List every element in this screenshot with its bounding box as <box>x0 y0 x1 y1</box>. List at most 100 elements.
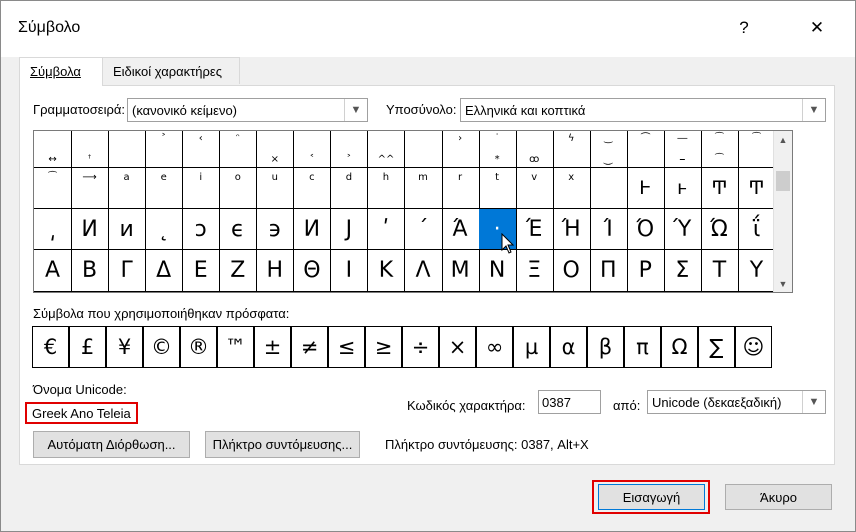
recent-symbol-cell[interactable]: ∞ <box>476 326 513 368</box>
symbol-cell[interactable]: ϶ <box>256 209 295 250</box>
symbol-cell[interactable]: Έ <box>515 209 554 250</box>
grid-scrollbar[interactable]: ▲ ▼ <box>773 131 792 292</box>
symbol-cell[interactable]: Ͷ <box>293 209 332 250</box>
symbol-cell[interactable]: ― ⎯ <box>663 131 702 168</box>
symbol-cell[interactable]: ⏜ <box>626 131 665 168</box>
symbol-cell[interactable]: Ι <box>330 250 369 292</box>
symbol-cell[interactable]: t <box>478 168 517 209</box>
symbol-cell[interactable]: Ο <box>552 250 591 292</box>
recent-symbol-cell[interactable]: ™ <box>217 326 254 368</box>
symbol-cell[interactable]: d <box>330 168 369 209</box>
symbol-cell[interactable]: ΄ <box>404 209 443 250</box>
recent-symbol-cell[interactable]: π <box>624 326 661 368</box>
symbol-cell[interactable]: ˃ <box>145 131 184 168</box>
symbol-cell[interactable]: ͵ <box>34 209 73 250</box>
symbol-cell[interactable]: Ε <box>182 250 221 292</box>
symbol-cell[interactable]: v <box>515 168 554 209</box>
recent-symbol-cell[interactable]: £ <box>69 326 106 368</box>
recent-symbol-cell[interactable]: ≥ <box>365 326 402 368</box>
autocorrect-button[interactable]: Αυτόματη Διόρθωση... <box>33 431 190 458</box>
close-icon[interactable]: ✕ <box>802 18 832 38</box>
symbol-cell[interactable]: Κ <box>367 250 406 292</box>
tab-special-characters[interactable]: Ειδικοί χαρακτήρες <box>102 57 240 84</box>
symbol-cell[interactable]: Β <box>71 250 110 292</box>
recent-symbol-cell[interactable]: β <box>587 326 624 368</box>
symbol-cell[interactable]: ⱶ <box>663 168 702 209</box>
symbol-cell[interactable]: ‹ <box>182 131 221 168</box>
symbol-cell[interactable]: Θ <box>293 250 332 292</box>
symbol-cell[interactable]: ‿ ⏝ <box>589 131 628 168</box>
symbol-cell[interactable]: Η <box>256 250 295 292</box>
recent-symbol-cell[interactable]: ÷ <box>402 326 439 368</box>
symbol-cell[interactable]: Ξ <box>515 250 554 292</box>
symbol-cell[interactable]: Ζ <box>219 250 258 292</box>
subset-select[interactable]: Ελληνικά και κοπτικά ▼ <box>460 98 826 122</box>
symbol-cell[interactable]: o <box>219 168 258 209</box>
symbol-cell[interactable]: ʹ <box>367 209 406 250</box>
symbol-cell[interactable]: a <box>108 168 147 209</box>
recent-symbol-cell[interactable]: ≠ <box>291 326 328 368</box>
recent-symbol-cell[interactable]: µ <box>513 326 550 368</box>
symbol-cell[interactable]: И <box>71 209 110 250</box>
scroll-down-icon[interactable]: ▼ <box>774 275 792 292</box>
symbol-cell[interactable]: › <box>441 131 480 168</box>
symbol-cell[interactable]: ΐ <box>737 209 776 250</box>
symbol-cell[interactable] <box>404 131 443 168</box>
symbol-cell[interactable]: Ρ <box>626 250 665 292</box>
symbol-cell[interactable]: ^^ <box>367 131 406 168</box>
symbol-cell[interactable]: ꚙ <box>515 131 554 168</box>
symbol-cell[interactable]: ˃ <box>330 131 369 168</box>
scroll-thumb[interactable] <box>776 171 790 191</box>
symbol-cell[interactable]: Σ <box>663 250 702 292</box>
symbol-cell[interactable]: r <box>441 168 480 209</box>
from-select[interactable]: Unicode (δεκαεξαδική) ▼ <box>647 390 826 414</box>
symbol-cell[interactable] <box>589 168 628 209</box>
symbol-cell[interactable]: Δ <box>145 250 184 292</box>
symbol-cell[interactable]: h <box>367 168 406 209</box>
symbol-cell[interactable]: Ν <box>478 250 517 292</box>
symbol-cell[interactable]: ɔ <box>182 209 221 250</box>
recent-symbol-cell[interactable]: ¥ <box>106 326 143 368</box>
symbol-cell[interactable]: Ή <box>552 209 591 250</box>
symbol-cell[interactable]: ϟ <box>552 131 591 168</box>
symbol-cell[interactable]: ⟶ <box>71 168 110 209</box>
symbol-cell[interactable]: Ύ <box>663 209 702 250</box>
recent-symbol-cell[interactable]: ∑ <box>698 326 735 368</box>
symbol-cell[interactable]: Π <box>589 250 628 292</box>
symbol-cell[interactable]: c <box>293 168 332 209</box>
symbol-cell[interactable]: Υ <box>737 250 776 292</box>
recent-symbol-cell[interactable]: ≤ <box>328 326 365 368</box>
symbol-cell[interactable]: ͡͡ <box>700 131 739 168</box>
scroll-up-icon[interactable]: ▲ <box>774 131 792 148</box>
symbol-cell[interactable]: ᵔ <box>219 131 258 168</box>
symbol-cell[interactable]: ˛ <box>145 209 184 250</box>
tab-symbols[interactable]: Σύμβολα <box>19 57 103 86</box>
recent-symbol-cell[interactable]: Ω <box>661 326 698 368</box>
symbol-cell[interactable]: ⁀ <box>737 131 776 168</box>
recent-symbol-cell[interactable]: € <box>32 326 69 368</box>
symbol-cell[interactable]: ϵ <box>219 209 258 250</box>
symbol-cell[interactable]: Ͳ <box>700 168 739 209</box>
symbol-cell[interactable]: Α <box>34 250 73 292</box>
cancel-button[interactable]: Άκυρο <box>725 484 832 510</box>
help-icon[interactable]: ? <box>729 18 759 38</box>
symbol-cell[interactable]: Λ <box>404 250 443 292</box>
symbol-cell[interactable]: ↔ <box>34 131 73 168</box>
symbol-cell[interactable]: ˙ * <box>478 131 517 168</box>
recent-symbol-cell[interactable]: ☺ <box>735 326 772 368</box>
symbol-cell[interactable]: u <box>256 168 295 209</box>
symbol-cell[interactable]: Ⱶ <box>626 168 665 209</box>
symbol-cell[interactable]: и <box>108 209 147 250</box>
symbol-cell[interactable]: Ί <box>589 209 628 250</box>
recent-symbol-cell[interactable]: ® <box>180 326 217 368</box>
recent-symbol-cell[interactable]: ± <box>254 326 291 368</box>
symbol-cell[interactable]: × <box>256 131 295 168</box>
symbol-cell[interactable]: e <box>145 168 184 209</box>
recent-symbol-cell[interactable]: α <box>550 326 587 368</box>
symbol-cell[interactable]: Μ <box>441 250 480 292</box>
symbol-cell[interactable]: x <box>552 168 591 209</box>
symbol-cell[interactable]: ⁀ <box>34 168 73 209</box>
recent-symbol-cell[interactable]: © <box>143 326 180 368</box>
symbol-cell[interactable]: ꜛ <box>71 131 110 168</box>
symbol-cell[interactable]: Ώ <box>700 209 739 250</box>
